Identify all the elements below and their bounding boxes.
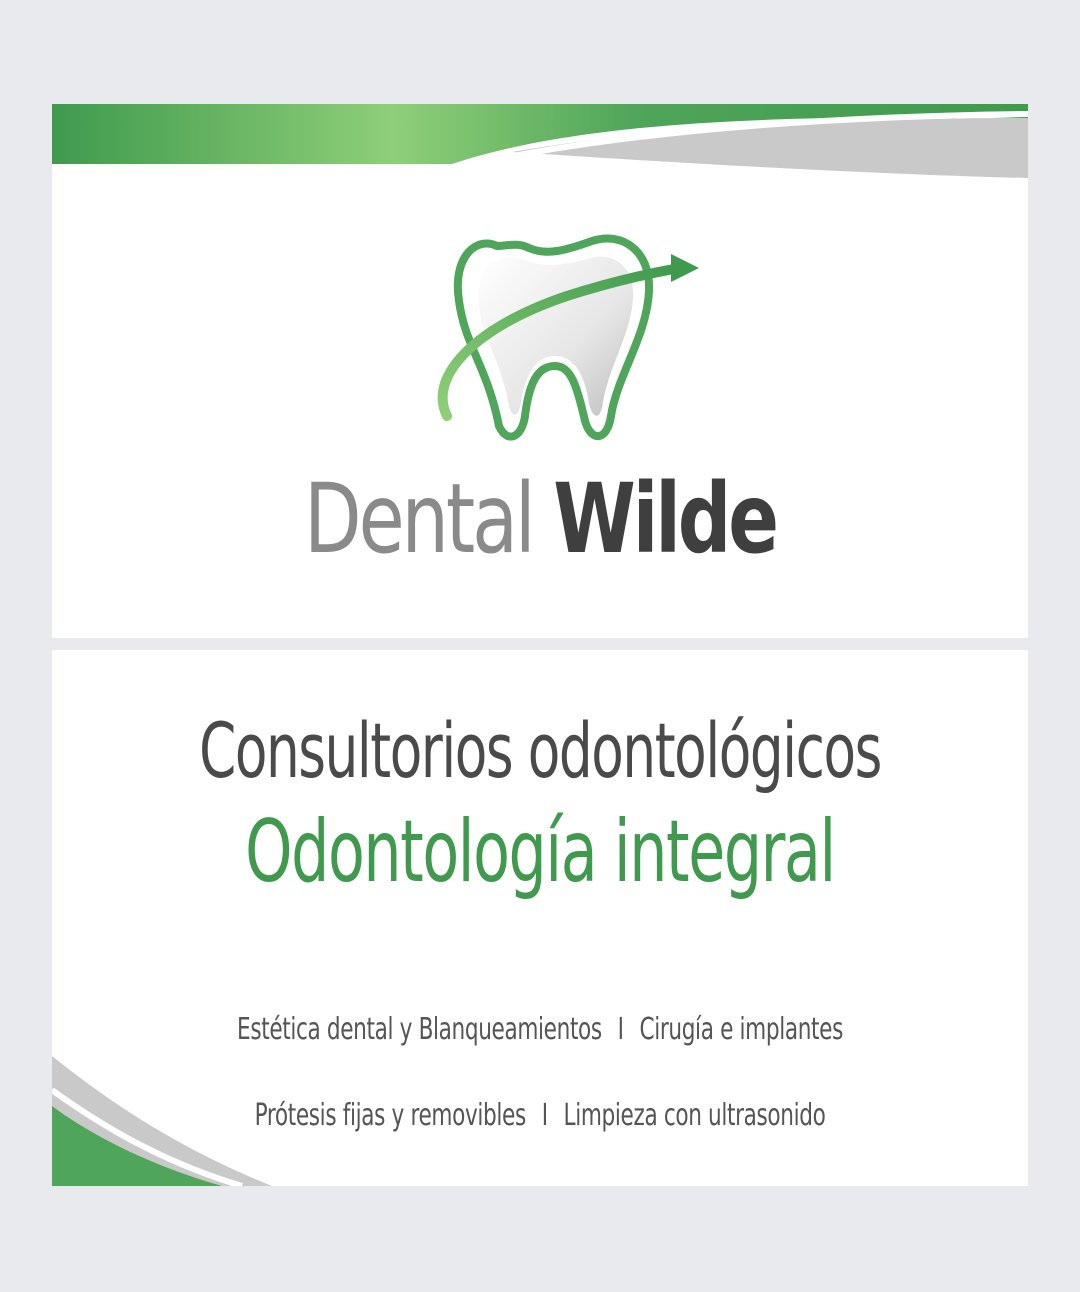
brand-name-dark: Wilde: [553, 463, 779, 575]
service-separator: I: [541, 1098, 548, 1133]
service-separator: I: [617, 1012, 624, 1047]
services-card: Consultorios odontológicos Odontología i…: [52, 650, 1028, 1186]
brand-name: Dental Wilde: [159, 464, 920, 574]
bottom-swoosh-decoration: [52, 1056, 272, 1186]
service-limpieza: Limpieza con ultrasonido: [563, 1098, 826, 1133]
headline-odontologia: Odontología integral: [245, 802, 836, 902]
service-cirugia: Cirugía e implantes: [639, 1012, 843, 1047]
top-swoosh-decoration: [52, 104, 1028, 178]
logo-card: Dental Wilde: [52, 104, 1028, 638]
headline-consultorios: Consultorios odontológicos: [199, 706, 882, 795]
brand-name-light: Dental: [304, 463, 536, 575]
tooth-with-arrow-icon: [437, 234, 699, 441]
